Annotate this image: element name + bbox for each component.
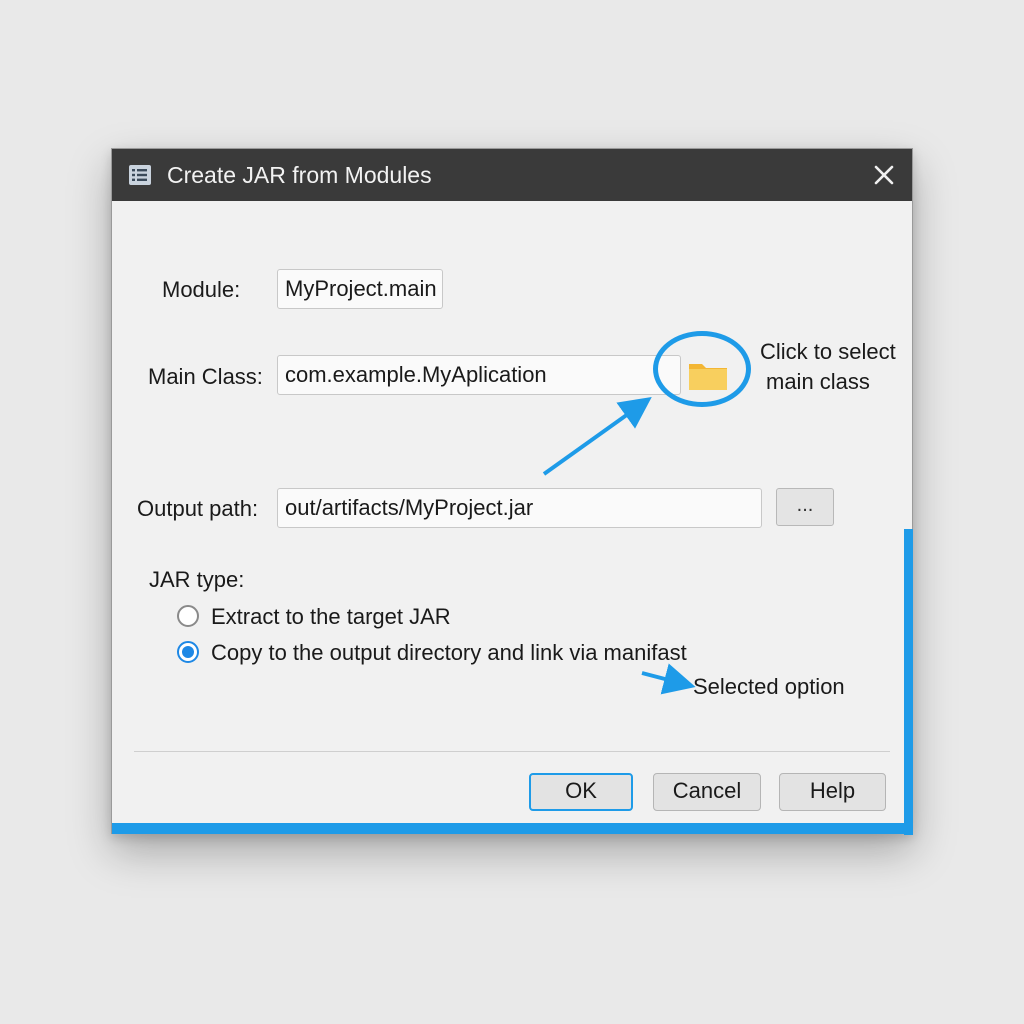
close-icon[interactable] [870, 161, 898, 189]
main-class-field[interactable]: com.example.MyAplication [277, 355, 681, 395]
folder-icon[interactable] [685, 355, 731, 395]
create-jar-dialog: Create JAR from Modules Module: MyProjec… [111, 148, 913, 835]
callout-select-main-class-line1: Click to select [760, 339, 896, 364]
jar-type-label: JAR type: [149, 567, 245, 592]
callout-selected-option: Selected option [693, 674, 845, 699]
button-divider [134, 751, 890, 752]
accent-edge-bottom [112, 823, 913, 834]
arrow-to-folder [542, 397, 652, 476]
option-copy-label: Copy to the output directory and link vi… [211, 640, 687, 665]
main-class-label: Main Class: [148, 364, 263, 389]
help-button[interactable]: Help [779, 773, 886, 811]
cancel-button[interactable]: Cancel [653, 773, 761, 811]
radio-copy-to-output[interactable] [177, 641, 199, 663]
list-icon [129, 165, 151, 185]
accent-edge-right [904, 529, 913, 835]
output-path-label: Output path: [137, 496, 259, 521]
arrow-to-selected-option [641, 663, 696, 695]
title-bar: Create JAR from Modules [112, 149, 912, 201]
module-label: Module: [162, 277, 241, 302]
option-extract-label: Extract to the target JAR [211, 604, 451, 629]
radio-extract-to-target[interactable] [177, 605, 199, 627]
ok-button[interactable]: OK [529, 773, 633, 811]
callout-select-main-class-line2: main class [766, 369, 870, 394]
dialog-title: Create JAR from Modules [167, 162, 432, 188]
module-field[interactable]: MyProject.main [277, 269, 443, 309]
browse-output-button[interactable]: ... [776, 488, 834, 526]
output-path-field[interactable]: out/artifacts/MyProject.jar [277, 488, 762, 528]
